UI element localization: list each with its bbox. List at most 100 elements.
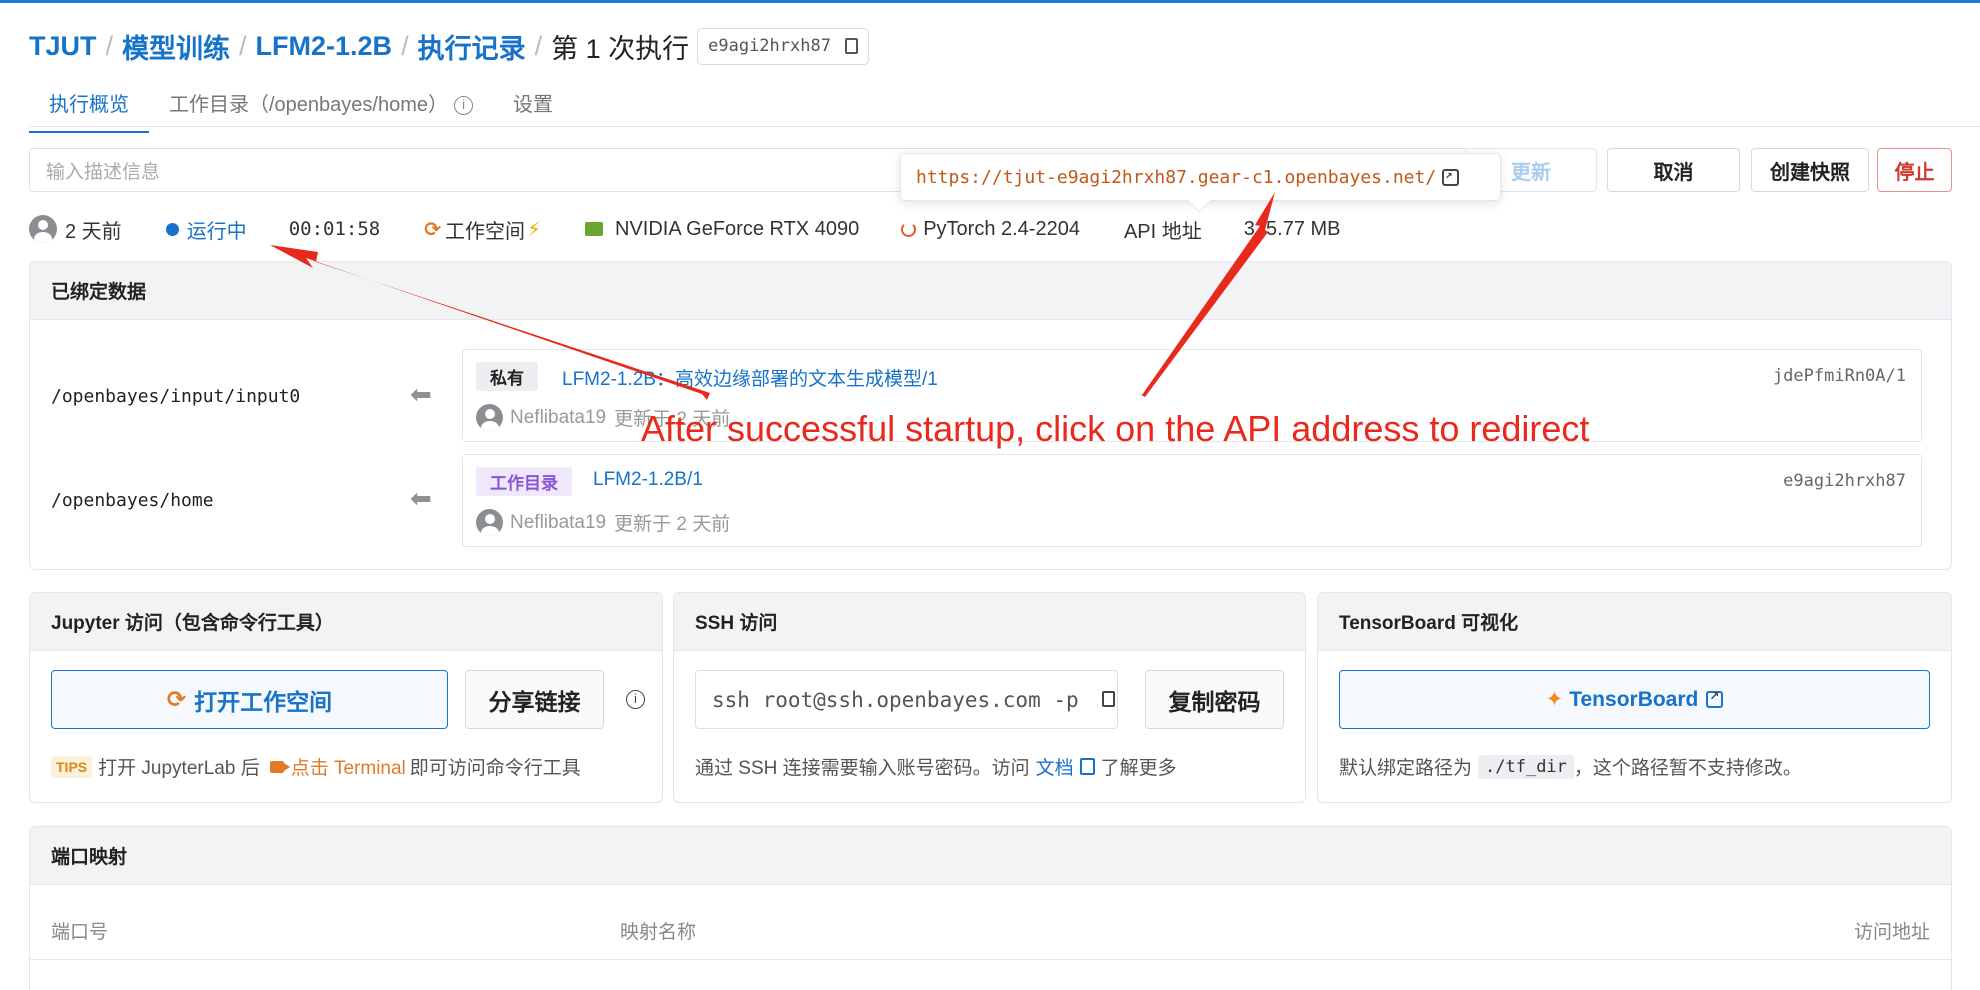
jupyter-title: Jupyter 访问（包含命令行工具） xyxy=(30,593,662,651)
breadcrumb-separator: / xyxy=(239,30,247,61)
gpu-info: NVIDIA GeForce RTX 4090 xyxy=(585,218,859,241)
terminal-link[interactable]: 点击 Terminal xyxy=(291,753,406,780)
tensorboard-icon: ✦ xyxy=(1545,688,1564,711)
avatar xyxy=(29,215,57,243)
workspace-link[interactable]: ⟳ 工作空间 ⚡ xyxy=(424,215,541,244)
status-text: 运行中 xyxy=(186,220,247,243)
breadcrumb: TJUT / 模型训练 / LFM2-1.2B / 执行记录 / 第 1 次执行… xyxy=(29,26,869,66)
tips-badge: TIPS xyxy=(51,755,93,778)
bound-data-title: 已绑定数据 xyxy=(30,262,1951,320)
breadcrumb-current: 第 1 次执行 xyxy=(551,33,690,64)
ssh-command-field[interactable]: ssh root@ssh.openbayes.com -p xyxy=(695,670,1118,729)
jupyter-tips: TIPS 打开 JupyterLab 后 点击 Terminal 即可访问命令行… xyxy=(51,753,581,780)
breadcrumb-separator: / xyxy=(534,30,543,61)
terminal-icon xyxy=(269,760,290,773)
dataset-id: e9agi2hrxh87 xyxy=(1783,471,1906,491)
tab-label: 执行概览 xyxy=(49,94,129,116)
stop-button[interactable]: 停止 xyxy=(1877,148,1952,192)
ssh-title: SSH 访问 xyxy=(674,593,1305,651)
updated-time: 更新于 2 天前 xyxy=(614,514,731,535)
elapsed-time: 00:01:58 xyxy=(288,218,381,240)
port-mapping-title: 端口映射 xyxy=(30,827,1951,885)
running-dot-icon xyxy=(165,222,179,236)
port-mapping-card: 端口映射 端口号 映射名称 访问地址 xyxy=(29,826,1952,990)
tab-label: 工作目录（/openbayes/home） xyxy=(169,94,449,116)
dataset-id: jdePfmiRn0A/1 xyxy=(1772,366,1906,386)
dataset-row: 工作目录 LFM2-1.2B/1 e9agi2hrxh87 Neflibata1… xyxy=(462,454,1922,547)
avatar xyxy=(476,404,503,431)
tensorboard-button[interactable]: ✦ TensorBoard xyxy=(1339,670,1930,729)
bind-path: /openbayes/input/input0 xyxy=(51,386,301,407)
created-time: 2 天前 xyxy=(65,220,122,243)
tf-dir-code: ./tf_dir xyxy=(1478,754,1574,779)
top-accent-line xyxy=(0,0,1980,3)
workspace-label: 工作空间 xyxy=(444,220,525,243)
avatar xyxy=(476,509,503,536)
column-header-url: 访问地址 xyxy=(1853,922,1930,943)
tensorboard-note: 默认绑定路径为 ./tf_dir ，这个路径暂不支持修改。 xyxy=(1339,753,1802,780)
owner-name[interactable]: Neflibata19 xyxy=(510,407,606,429)
framework-name: PyTorch 2.4-2204 xyxy=(923,217,1080,240)
exec-id-text: e9agi2hrxh87 xyxy=(708,36,831,56)
annotation-text: After successful startup, click on the A… xyxy=(641,408,1590,449)
docs-link[interactable]: 文档 xyxy=(1036,753,1074,780)
nvidia-icon xyxy=(585,222,604,236)
ssh-note-text: 通过 SSH 连接需要输入账号密码。访问 xyxy=(695,758,1030,779)
copy-password-button[interactable]: 复制密码 xyxy=(1145,670,1284,729)
api-address-link[interactable]: API 地址 xyxy=(1124,215,1202,244)
breadcrumb-separator: / xyxy=(401,30,409,61)
ssh-note: 通过 SSH 连接需要输入账号密码。访问 文档 了解更多 xyxy=(695,753,1177,780)
share-link-button[interactable]: 分享链接 xyxy=(465,670,604,729)
status-bar: 2 天前 运行中 00:01:58 ⟳ 工作空间 ⚡ NVIDIA GeForc… xyxy=(29,214,1341,244)
breadcrumb-separator: / xyxy=(105,30,114,61)
info-icon[interactable]: i xyxy=(454,96,474,116)
breadcrumb-records[interactable]: 执行记录 xyxy=(418,27,526,66)
private-tag: 私有 xyxy=(476,362,538,391)
column-header-port: 端口号 xyxy=(51,922,109,943)
lightning-icon: ⚡ xyxy=(526,218,542,241)
tensorboard-title: TensorBoard 可视化 xyxy=(1318,593,1951,651)
copy-icon[interactable] xyxy=(839,38,858,61)
breadcrumb-org[interactable]: TJUT xyxy=(29,31,97,62)
dataset-link[interactable]: LFM2-1.2B/1 xyxy=(593,469,703,491)
created-info: 2 天前 xyxy=(29,215,122,244)
breadcrumb-project[interactable]: LFM2-1.2B xyxy=(256,31,393,62)
cancel-button[interactable]: 取消 xyxy=(1607,148,1740,192)
dataset-link[interactable]: LFM2-1.2B：高效边缘部署的文本生成模型/1 xyxy=(562,364,938,391)
tips-text: 即可访问命令行工具 xyxy=(409,758,581,779)
column-header-name: 映射名称 xyxy=(620,922,697,943)
gpu-name: NVIDIA GeForce RTX 4090 xyxy=(615,217,860,240)
table-divider xyxy=(30,959,1951,960)
jupyter-card: Jupyter 访问（包含命令行工具） ⟳ 打开工作空间 分享链接 i TIPS… xyxy=(29,592,663,803)
jupyter-icon: ⟳ xyxy=(166,686,187,712)
open-workspace-label: 打开工作空间 xyxy=(194,688,333,715)
ssh-card: SSH 访问 ssh root@ssh.openbayes.com -p 复制密… xyxy=(673,592,1306,803)
ssh-note-text: 了解更多 xyxy=(1100,758,1177,779)
tensorboard-label: TensorBoard xyxy=(1569,687,1699,711)
open-workspace-button[interactable]: ⟳ 打开工作空间 xyxy=(51,670,448,729)
tensorboard-card: TensorBoard 可视化 ✦ TensorBoard 默认绑定路径为 ./… xyxy=(1317,592,1952,803)
storage-size: 315.77 MB xyxy=(1243,217,1341,240)
copy-icon[interactable] xyxy=(1097,691,1115,714)
document-icon xyxy=(1079,758,1095,775)
tab-label: 设置 xyxy=(513,94,554,116)
arrow-left-icon: ⬅ xyxy=(410,379,432,409)
owner-name[interactable]: Neflibata19 xyxy=(510,512,606,534)
tb-note-text: ，这个路径暂不支持修改。 xyxy=(1573,758,1802,779)
info-icon[interactable]: i xyxy=(626,690,645,709)
api-url-tooltip[interactable]: https://tjut-e9agi2hrxh87.gear-c1.openba… xyxy=(900,153,1501,201)
external-link-icon[interactable] xyxy=(1442,167,1460,186)
bind-path: /openbayes/home xyxy=(51,490,214,511)
create-snapshot-button[interactable]: 创建快照 xyxy=(1751,148,1869,192)
api-url-text[interactable]: https://tjut-e9agi2hrxh87.gear-c1.openba… xyxy=(916,167,1436,188)
tab-divider xyxy=(29,126,1980,127)
breadcrumb-section[interactable]: 模型训练 xyxy=(122,27,230,66)
workdir-tag: 工作目录 xyxy=(476,467,572,496)
exec-id-chip: e9agi2hrxh87 xyxy=(697,27,869,65)
jupyter-icon: ⟳ xyxy=(424,218,441,241)
tb-note-text: 默认绑定路径为 xyxy=(1339,758,1473,779)
dataset-owner: Neflibata19 更新于 2 天前 xyxy=(476,509,730,536)
framework-info: PyTorch 2.4-2204 xyxy=(901,218,1080,241)
arrow-left-icon: ⬅ xyxy=(410,483,432,513)
status-badge: 运行中 xyxy=(165,215,247,244)
